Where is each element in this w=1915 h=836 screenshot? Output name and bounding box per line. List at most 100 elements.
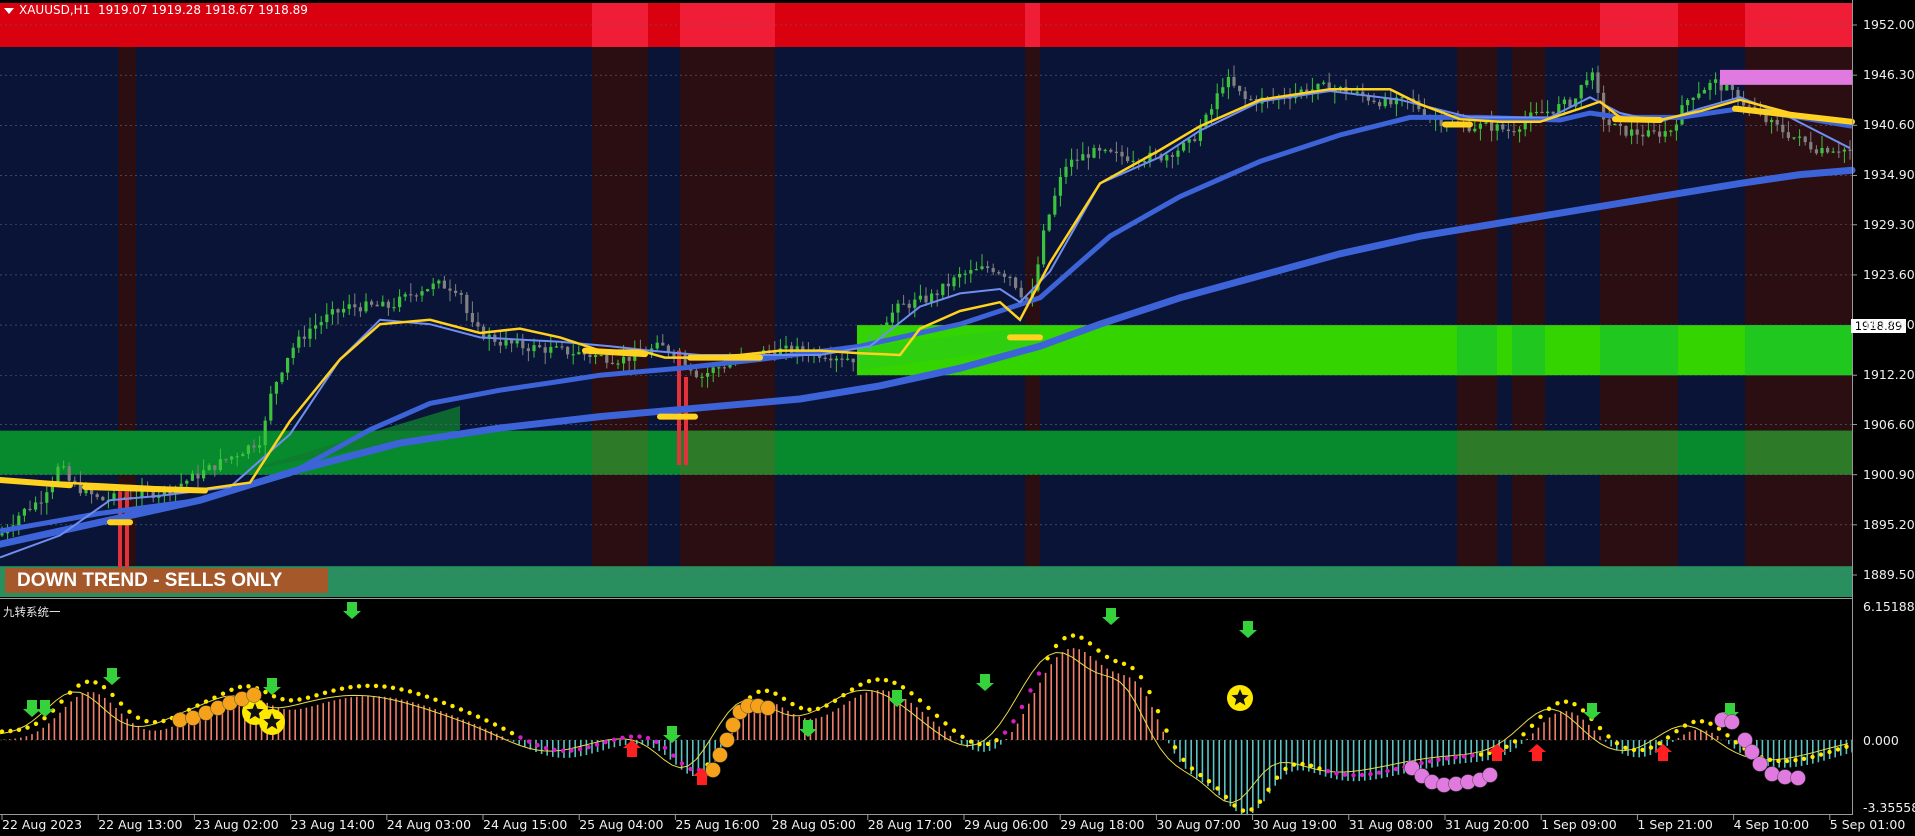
candle-body: [1170, 155, 1174, 157]
indicator-dot: [892, 680, 897, 685]
pink-level-marker: [1720, 69, 1852, 85]
indicator-dot: [110, 692, 115, 698]
candle-body: [1607, 119, 1611, 126]
candle-body: [1658, 131, 1662, 137]
candle-body: [1495, 124, 1499, 131]
time-tick-label: 24 Aug 15:00: [483, 817, 568, 832]
candle-body: [252, 445, 256, 448]
candle-body: [241, 453, 245, 457]
candle-body: [1064, 166, 1068, 177]
indicator-dot: [1028, 688, 1033, 693]
candle-body: [907, 303, 911, 308]
support-zone-middle-shade: [1457, 430, 1678, 475]
indicator-dot: [849, 687, 855, 692]
chart-canvas[interactable]: [0, 0, 1915, 836]
candle-body: [62, 466, 66, 468]
down-arrow-icon: [799, 720, 817, 737]
indicator-dot: [1546, 706, 1552, 711]
candle-body: [829, 358, 833, 361]
time-tick-label: 25 Aug 16:00: [675, 817, 760, 832]
candle-body: [202, 470, 206, 479]
candle-body: [1008, 276, 1012, 279]
indicator-dot: [1368, 771, 1373, 777]
candle-body: [1792, 137, 1796, 139]
indicator-dot: [101, 685, 107, 690]
indicator-dot: [1019, 704, 1025, 710]
candle-body: [1047, 214, 1051, 231]
indicator-dot: [1240, 808, 1246, 813]
candle-body: [235, 456, 239, 458]
time-tick-label: 23 Aug 02:00: [194, 817, 279, 832]
ohlc-label: 1919.07 1919.28 1918.67 1918.89: [97, 3, 308, 17]
time-tick-label: 29 Aug 18:00: [1060, 817, 1145, 832]
price-tick-label: 1952.00: [1863, 17, 1915, 32]
time-tick-label: 22 Aug 2023: [2, 817, 83, 832]
candle-body: [1232, 76, 1236, 86]
indicator-dot: [1351, 773, 1356, 778]
candle-body: [1221, 87, 1225, 94]
indicator-dot: [1317, 766, 1322, 771]
indicator-dot: [773, 691, 778, 696]
count-marker: [185, 710, 201, 726]
indicator-dot: [1631, 747, 1637, 753]
candle-body: [706, 372, 710, 377]
time-tick-label: 31 Aug 20:00: [1445, 817, 1530, 832]
session-shade-column: [1512, 3, 1545, 597]
indicator-dot: [968, 739, 974, 744]
candle-body: [370, 301, 374, 305]
count-marker: [725, 717, 741, 733]
candle-body: [1663, 131, 1667, 137]
session-shade-column: [592, 3, 648, 597]
candle-body: [1193, 139, 1197, 141]
time-tick-label: 28 Aug 17:00: [867, 817, 953, 832]
price-tick-label: 1923.60: [1863, 266, 1915, 282]
up-arrow-icon: [1528, 744, 1546, 761]
indicator-dot: [526, 739, 532, 744]
count-marker: [1790, 770, 1806, 786]
indicator-dot: [569, 748, 574, 753]
indicator-title: 九转系统一: [3, 605, 61, 619]
candle-body: [549, 346, 553, 353]
indicator-dot: [1623, 745, 1628, 750]
indicator-dot: [322, 690, 328, 695]
candle-body: [269, 393, 273, 421]
candle-body: [946, 283, 950, 287]
candle-body: [594, 355, 598, 358]
indicator-dot: [909, 691, 914, 696]
indicator-dot: [212, 695, 217, 700]
support-zone-middle-shade: [592, 430, 648, 475]
candle-body: [700, 376, 704, 378]
indicator-dot: [1138, 675, 1144, 680]
candle-body: [39, 502, 43, 504]
indicator-dot: [1419, 760, 1424, 766]
candle-body: [364, 301, 368, 312]
indicator-dot: [1113, 658, 1118, 664]
indicator-dot: [688, 766, 693, 772]
candle-body: [874, 333, 878, 335]
candle-body: [622, 356, 626, 364]
candle-body: [1142, 161, 1146, 163]
candle-body: [918, 295, 922, 300]
candle-body: [1249, 98, 1253, 101]
indicator-dot: [229, 687, 234, 692]
candle-body: [1669, 130, 1673, 132]
down-arrow-icon: [1239, 621, 1257, 638]
indicator-dot: [620, 735, 625, 740]
dropdown-triangle-icon[interactable]: [4, 7, 14, 14]
candle-body: [1042, 230, 1046, 265]
candle-body: [392, 307, 396, 309]
candle-body: [963, 273, 967, 275]
indicator-zero-label: 0.000: [1863, 733, 1899, 748]
time-tick-label: 5 Sep 01:00: [1829, 817, 1906, 832]
indicator-dot: [1827, 749, 1832, 755]
candle-body: [1613, 123, 1617, 126]
indicator-dot: [934, 713, 940, 718]
indicator-dot: [339, 686, 345, 691]
candle-body: [1534, 111, 1538, 114]
indicator-dot: [1470, 753, 1475, 758]
trend-banner: DOWN TREND - SELLS ONLY: [5, 568, 328, 593]
candle-body: [991, 268, 995, 273]
indicator-dot: [1215, 786, 1220, 791]
candle-body: [398, 296, 402, 308]
candle-body: [1243, 91, 1247, 99]
